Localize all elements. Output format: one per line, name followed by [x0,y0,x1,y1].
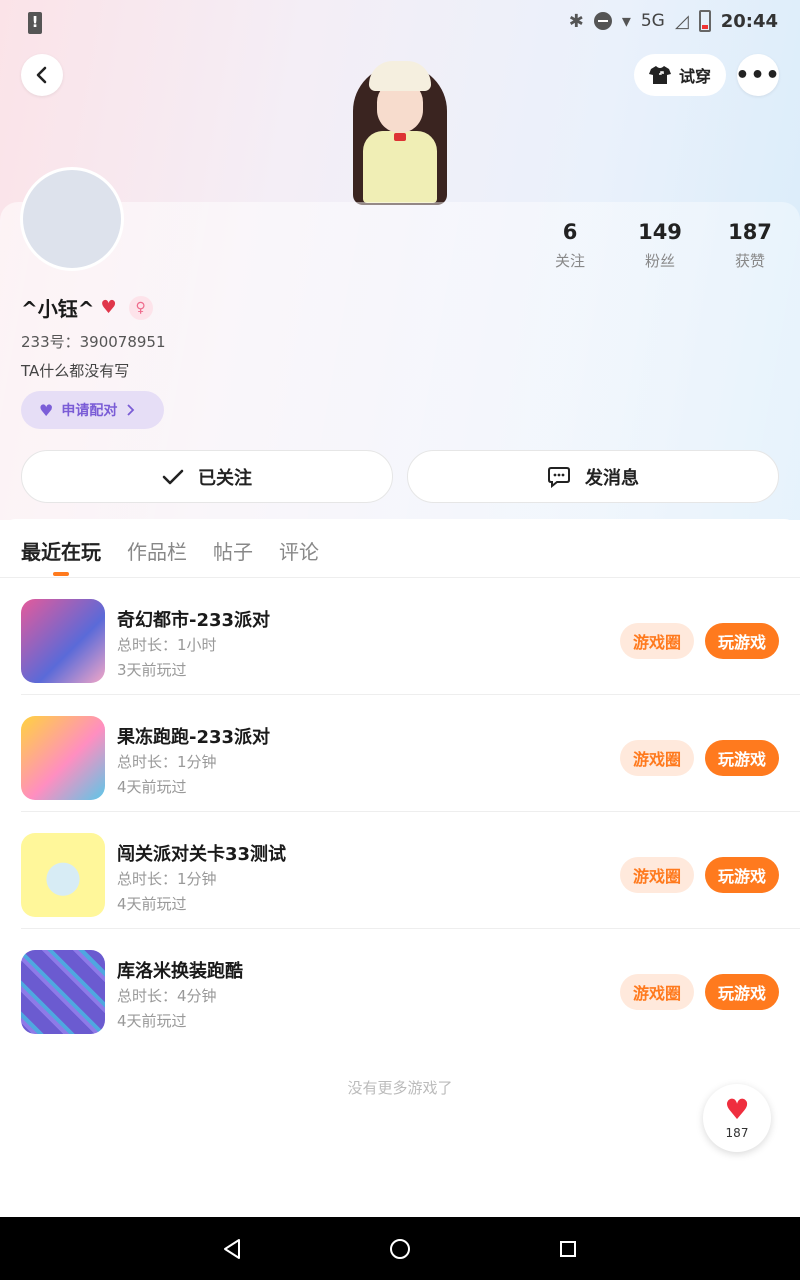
play-game-button[interactable]: 玩游戏 [705,740,779,776]
like-count: 187 [725,1126,749,1140]
end-of-list-text: 没有更多游戏了 [347,1079,453,1097]
status-bar: ✱ ▾ 5G ◿ 20:44 [0,0,800,46]
checkmark-icon [162,469,184,484]
game-circle-button[interactable]: 游戏圈 [620,857,694,893]
play-game-button[interactable]: 玩游戏 [705,623,779,659]
stat-label: 关注 [554,252,585,270]
stat-label: 粉丝 [644,252,675,270]
profile-stats: 6 关注 149 粉丝 187 获赞 [525,220,795,271]
heart-badge-icon: ♥ [100,297,117,318]
stat-likes[interactable]: 187 获赞 [705,220,795,271]
network-type: 5G [640,11,665,31]
list-item-game[interactable]: 果冻跑跑-233派对 总时长：1分钟 4天前玩过 游戏圈 玩游戏 [0,695,800,812]
message-bubble-icon [548,466,570,488]
username: ^小钰^ [21,297,95,321]
game-duration: 总时长：1分钟 [117,753,217,771]
game-last-played: 4天前玩过 [117,1012,187,1030]
game-circle-button[interactable]: 游戏圈 [620,740,694,776]
more-options-button[interactable]: ••• [735,54,781,96]
game-icon [21,599,105,683]
tab-recently-played[interactable]: 最近在玩 [21,536,101,565]
stat-following[interactable]: 6 关注 [525,220,615,271]
pair-label: 申请配对 [61,403,118,419]
game-title: 闯关派对关卡33测试 [117,844,287,865]
try-on-button[interactable]: 试穿 [634,54,726,96]
play-game-button[interactable]: 玩游戏 [705,974,779,1010]
request-pairing-button[interactable]: ♥ 申请配对 [21,391,164,429]
send-message-button[interactable]: 发消息 [407,450,779,503]
tab-works[interactable]: 作品栏 [127,536,187,565]
do-not-disturb-icon [593,12,612,30]
game-icon [21,950,105,1034]
active-tab-indicator [53,572,69,576]
bluetooth-icon: ✱ [568,10,584,32]
heart-icon: ♥ [724,1093,750,1126]
more-icon: ••• [735,62,781,88]
game-title: 库洛米换装跑酷 [117,961,243,982]
list-item-game[interactable]: 奇幻都市-233派对 总时长：1小时 3天前玩过 游戏圈 玩游戏 [0,578,800,695]
username-row: ^小钰^ ♥ ♀ [21,293,153,322]
signal-icon: ◿ [674,10,689,32]
nav-back-icon[interactable] [222,1238,242,1260]
game-duration: 总时长：1小时 [117,636,217,654]
game-icon [21,833,105,917]
game-last-played: 4天前玩过 [117,778,187,796]
nav-recents-icon[interactable] [560,1241,576,1257]
stat-label: 获赞 [734,252,765,270]
list-item-game[interactable]: 库洛米换装跑酷 总时长：4分钟 4天前玩过 游戏圈 玩游戏 [0,929,800,1046]
stat-fans[interactable]: 149 粉丝 [615,220,705,271]
game-last-played: 4天前玩过 [117,895,187,913]
avatar[interactable] [20,167,124,271]
pair-heart-icon: ♥ [39,400,54,420]
game-circle-button[interactable]: 游戏圈 [620,974,694,1010]
alert-icon [28,12,42,34]
chevron-left-icon [36,66,47,84]
send-message-label: 发消息 [585,467,639,489]
tab-comments[interactable]: 评论 [279,536,319,565]
user-bio: TA什么都没有写 [21,362,130,380]
game-duration: 总时长：4分钟 [117,987,217,1005]
game-title: 果冻跑跑-233派对 [117,727,271,748]
like-button[interactable]: ♥ 187 [703,1084,771,1152]
avatar-character-figure[interactable] [345,55,455,205]
play-game-button[interactable]: 玩游戏 [705,857,779,893]
chevron-right-icon [127,404,135,416]
clock: 20:44 [720,10,778,32]
system-navigation-bar [0,1217,800,1280]
tab-posts[interactable]: 帖子 [213,536,253,565]
wifi-icon: ▾ [621,10,631,32]
stat-value: 6 [562,220,578,244]
game-circle-button[interactable]: 游戏圈 [620,623,694,659]
game-duration: 总时长：1分钟 [117,870,217,888]
try-on-label: 试穿 [678,67,711,86]
game-title: 奇幻都市-233派对 [117,610,271,631]
user-id: 233号：390078951 [21,333,166,351]
stat-value: 187 [728,220,772,244]
profile-tabs: 最近在玩 作品栏 帖子 评论 [21,536,319,565]
back-button[interactable] [21,54,63,96]
followed-button[interactable]: 已关注 [21,450,393,503]
game-last-played: 3天前玩过 [117,661,187,679]
list-item-game[interactable]: 闯关派对关卡33测试 总时长：1分钟 4天前玩过 游戏圈 玩游戏 [0,812,800,929]
shirt-icon [648,66,671,84]
battery-icon [698,10,711,32]
nav-home-icon[interactable] [390,1239,410,1259]
game-icon [21,716,105,800]
followed-label: 已关注 [198,467,252,489]
stat-value: 149 [638,220,682,244]
female-gender-icon: ♀ [128,295,153,320]
